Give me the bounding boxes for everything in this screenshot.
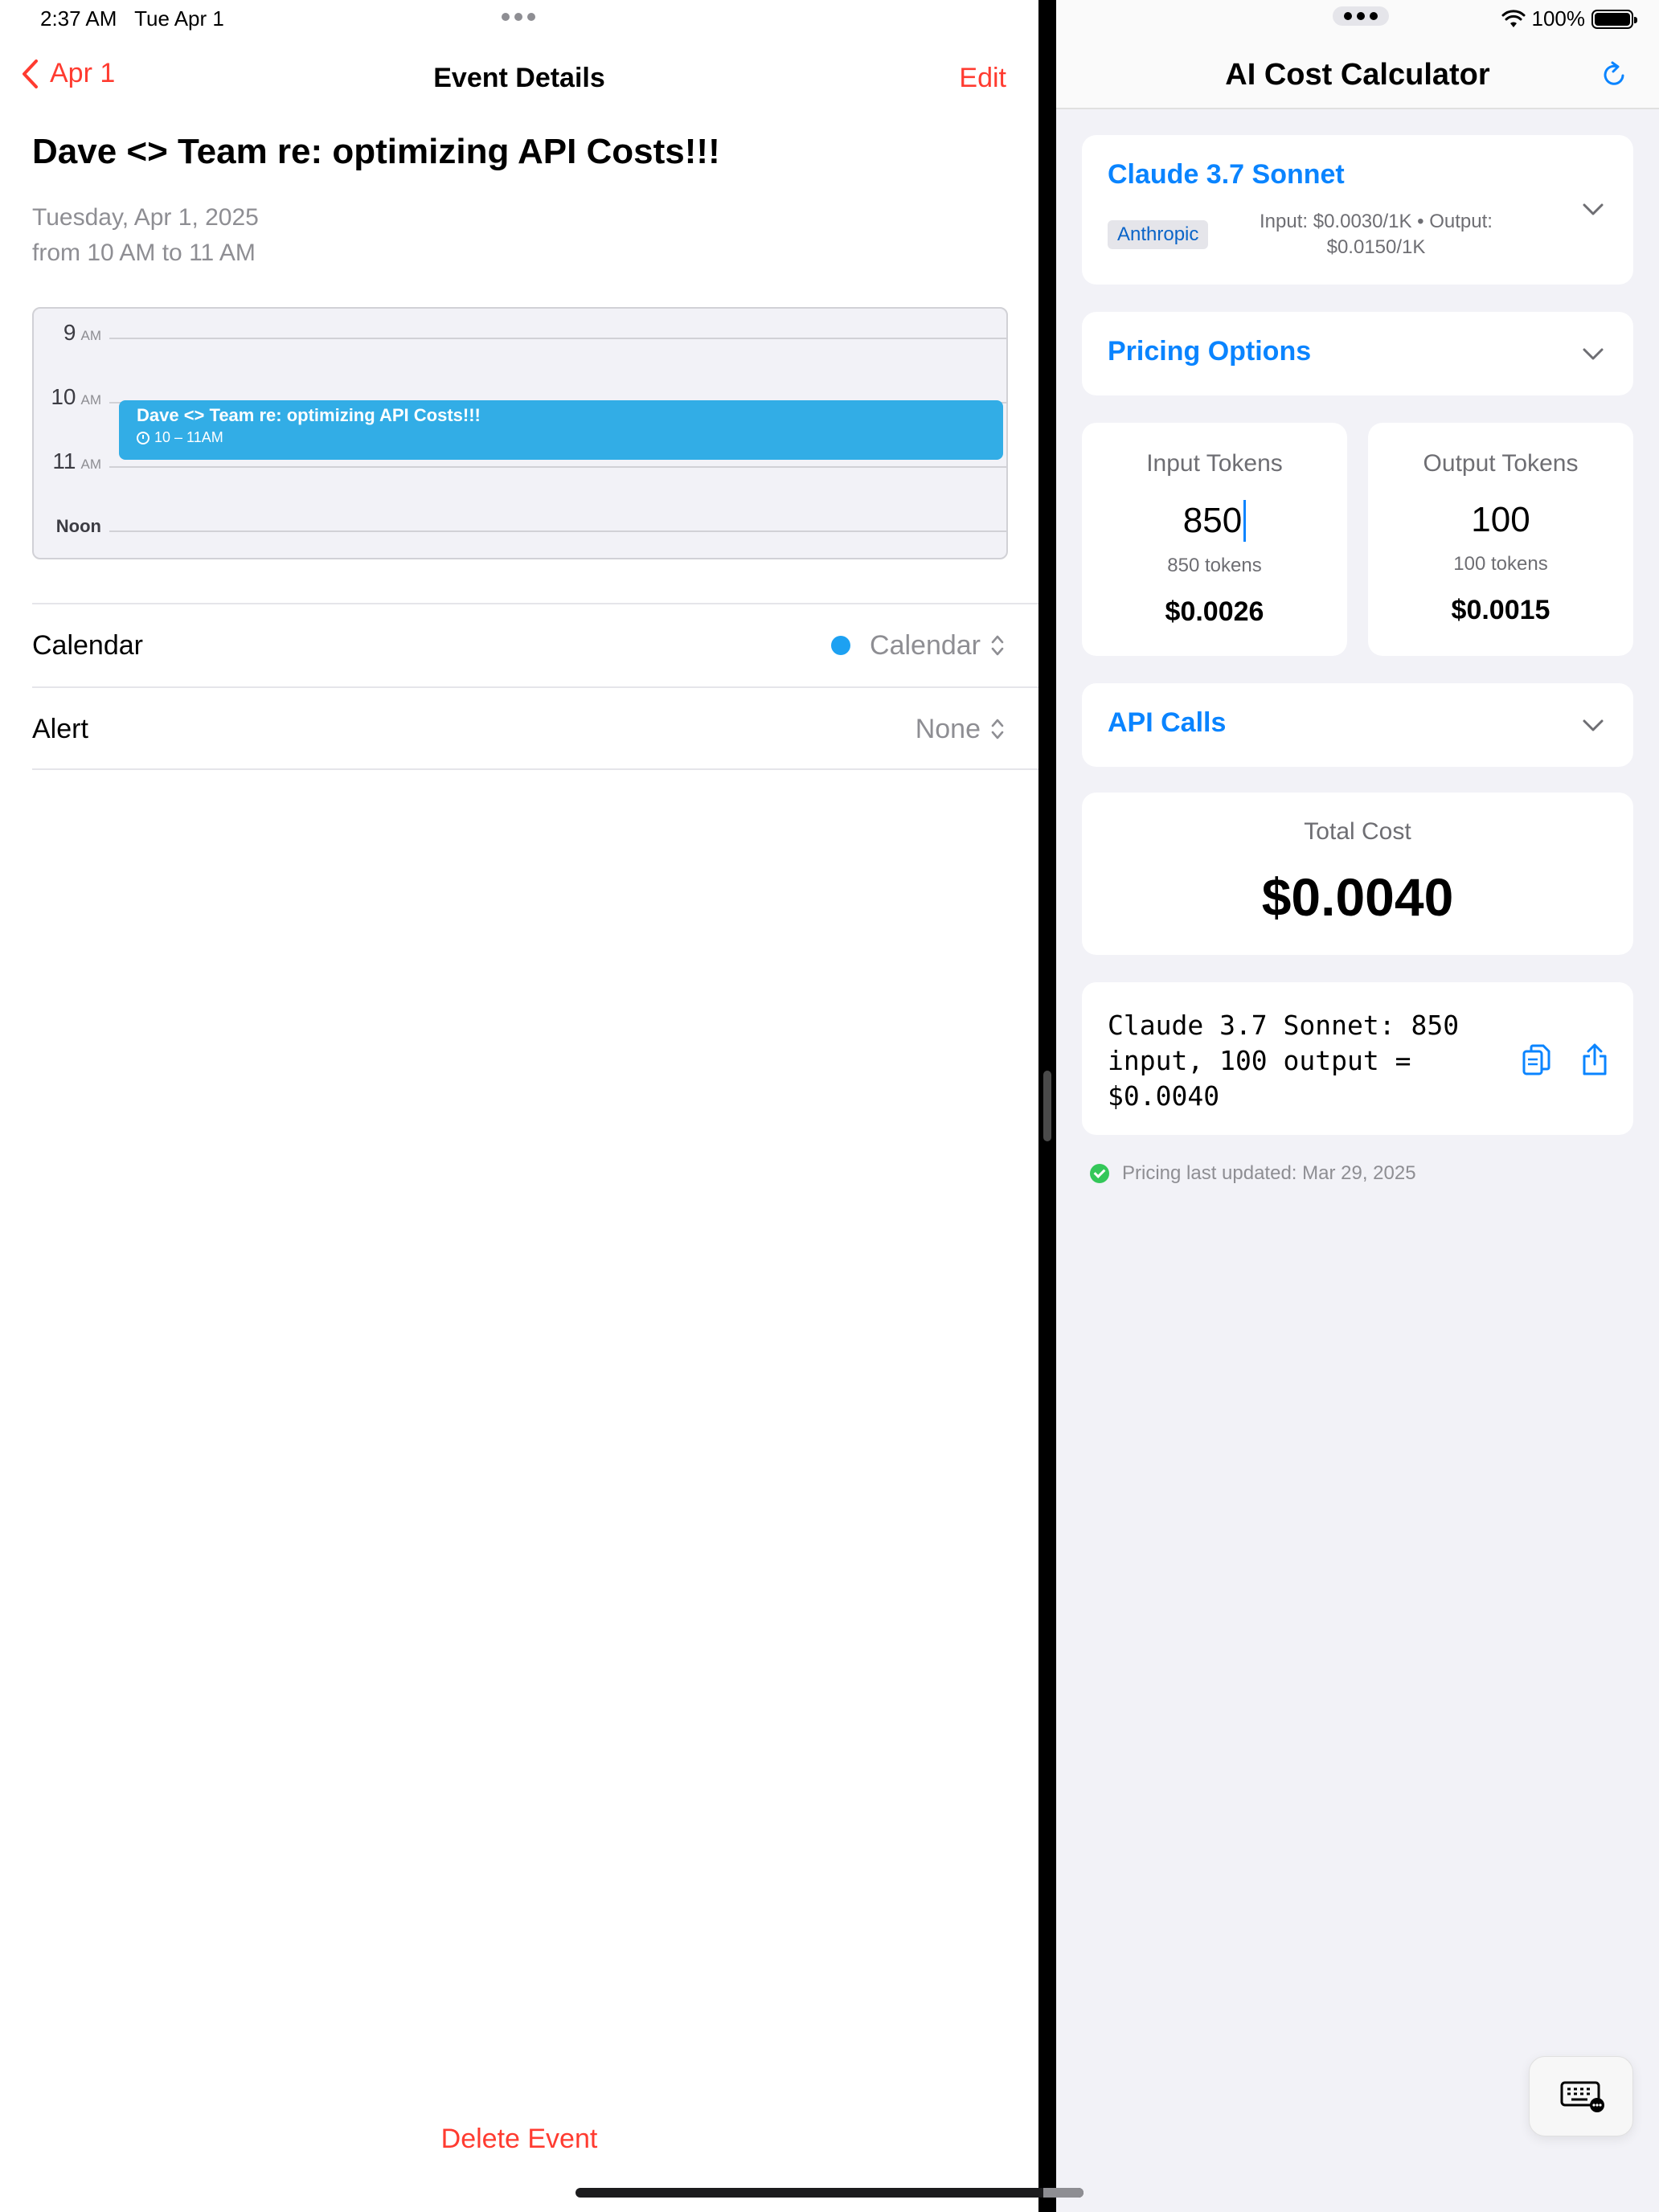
chevron-updown-icon xyxy=(991,719,1004,739)
text-caret xyxy=(1243,500,1247,542)
home-indicator[interactable] xyxy=(576,2188,1083,2198)
chevron-down-icon xyxy=(1583,719,1604,731)
status-indicators: 100% xyxy=(1501,6,1637,31)
nav-title: Event Details xyxy=(433,63,605,93)
api-calls-label: API Calls xyxy=(1108,707,1227,738)
output-tokens-card: Output Tokens 100 100 tokens $0.0015 xyxy=(1368,423,1633,656)
keyboard-icon xyxy=(1560,2081,1604,2112)
share-icon[interactable] xyxy=(1580,1042,1609,1077)
summary-text: Claude 3.7 Sonnet: 850 input, 100 output… xyxy=(1108,1010,1460,1112)
chevron-down-icon xyxy=(1583,203,1604,215)
app-title: AI Cost Calculator xyxy=(1225,58,1490,92)
output-tokens-sub: 100 tokens xyxy=(1453,553,1548,575)
pricing-updated-text: Pricing last updated: Mar 29, 2025 xyxy=(1122,1162,1416,1184)
chevron-down-icon xyxy=(1583,348,1604,360)
keyboard-button[interactable] xyxy=(1529,2056,1633,2136)
event-time-range: from 10 AM to 11 AM xyxy=(32,240,256,266)
day-timeline[interactable]: 9 AM 10 AM 11 AM Noon Dave <> Team re: opti… xyxy=(32,307,1008,559)
check-circle-icon xyxy=(1090,1164,1109,1183)
cost-calculator-pane: 100% AI Cost Calculator Claude 3.7 Sonne… xyxy=(1056,0,1659,2212)
output-tokens-label: Output Tokens xyxy=(1423,450,1579,477)
battery-percent: 100% xyxy=(1531,6,1586,31)
model-pricing: Input: $0.0030/1K • Output: $0.0150/1K xyxy=(1260,211,1493,258)
timeline-event-block[interactable]: Dave <> Team re: optimizing API Costs!!!… xyxy=(119,400,1003,460)
pricing-updated-note: Pricing last updated: Mar 29, 2025 xyxy=(1090,1162,1416,1185)
split-view-divider-handle[interactable] xyxy=(1043,1071,1051,1141)
hour-row-noon: Noon xyxy=(34,513,1006,545)
timeline-event-time: 10 – 11AM xyxy=(154,429,223,445)
chevron-updown-icon xyxy=(991,635,1004,656)
edit-button[interactable]: Edit xyxy=(959,63,1006,94)
form-divider xyxy=(32,768,1038,770)
model-name: Claude 3.7 Sonnet xyxy=(1108,159,1345,190)
delete-event-button[interactable]: Delete Event xyxy=(0,2124,1038,2155)
total-cost-card: Total Cost $0.0040 xyxy=(1082,793,1633,955)
api-calls-section[interactable]: API Calls xyxy=(1082,683,1633,767)
input-tokens-cost: $0.0026 xyxy=(1165,596,1264,627)
calendar-color-dot xyxy=(831,636,851,655)
total-cost-value: $0.0040 xyxy=(1261,867,1454,927)
summary-card: Claude 3.7 Sonnet: 850 input, 100 output… xyxy=(1082,982,1633,1135)
output-tokens-cost: $0.0015 xyxy=(1451,595,1550,625)
clock-icon xyxy=(137,431,150,444)
pricing-options-label: Pricing Options xyxy=(1108,336,1312,367)
output-tokens-field[interactable]: 100 xyxy=(1471,500,1530,540)
alert-field-row[interactable]: Alert None xyxy=(32,686,1038,770)
calendar-field-row[interactable]: Calendar Calendar xyxy=(32,603,1038,686)
refresh-icon[interactable] xyxy=(1600,59,1630,90)
wifi-icon xyxy=(1501,9,1525,27)
pricing-options-section[interactable]: Pricing Options xyxy=(1082,312,1633,395)
alert-field-value: None xyxy=(915,713,981,744)
total-cost-label: Total Cost xyxy=(1304,818,1411,845)
input-tokens-label: Input Tokens xyxy=(1146,450,1283,477)
timeline-event-title: Dave <> Team re: optimizing API Costs!!! xyxy=(137,405,481,425)
event-title: Dave <> Team re: optimizing API Costs!!! xyxy=(32,132,720,171)
input-tokens-field[interactable]: 850 xyxy=(1183,500,1247,542)
hour-row: 9 AM xyxy=(34,320,1006,352)
status-time: 2:37 AM Tue Apr 1 xyxy=(40,6,224,31)
multitasking-dots[interactable] xyxy=(502,13,535,21)
copy-icon[interactable] xyxy=(1521,1043,1553,1079)
input-tokens-card: Input Tokens 850 850 tokens $0.0026 xyxy=(1082,423,1347,656)
multitasking-dots[interactable] xyxy=(1333,6,1389,26)
calendar-field-label: Calendar xyxy=(32,629,143,661)
battery-icon xyxy=(1591,9,1637,29)
alert-field-label: Alert xyxy=(32,713,88,744)
input-tokens-sub: 850 tokens xyxy=(1167,555,1262,576)
event-date: Tuesday, Apr 1, 2025 xyxy=(32,204,259,231)
app-header: 100% AI Cost Calculator xyxy=(1056,0,1659,109)
model-selector-card[interactable]: Claude 3.7 Sonnet Anthropic Input: $0.00… xyxy=(1082,135,1633,285)
calendar-pane: 2:37 AM Tue Apr 1 Apr 1 Event Details Ed… xyxy=(0,0,1038,2212)
calendar-field-value: Calendar xyxy=(870,629,981,661)
provider-badge: Anthropic xyxy=(1108,220,1209,249)
